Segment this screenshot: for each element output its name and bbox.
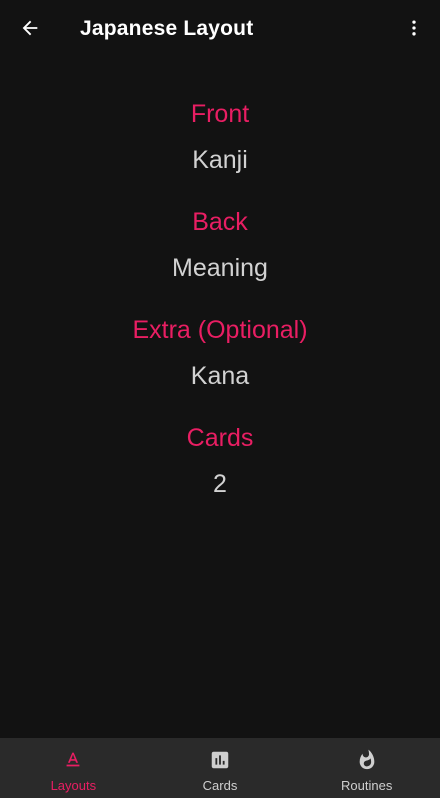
back-field: Back Meaning — [0, 204, 440, 312]
layout-details: Front Kanji Back Meaning Extra (Optional… — [0, 96, 440, 528]
nav-label-routines: Routines — [341, 778, 393, 793]
extra-field: Extra (Optional) Kana — [0, 312, 440, 420]
extra-value: Kana — [190, 362, 250, 390]
app-bar: Japanese Layout — [0, 0, 440, 60]
overflow-menu-button[interactable] — [398, 14, 430, 46]
extra-label: Extra (Optional) — [132, 316, 308, 344]
text-format-icon — [61, 748, 85, 772]
more-vert-icon — [404, 18, 424, 43]
bottom-navigation: Layouts Cards Routines — [0, 738, 440, 798]
back-value: Meaning — [172, 254, 268, 282]
back-button[interactable] — [14, 14, 46, 46]
front-label: Front — [190, 100, 250, 128]
nav-label-layouts: Layouts — [50, 778, 97, 793]
bar-chart-icon — [208, 748, 232, 772]
front-value: Kanji — [192, 146, 248, 174]
front-field: Front Kanji — [0, 96, 440, 204]
nav-item-cards[interactable]: Cards — [147, 738, 294, 798]
page-title: Japanese Layout — [80, 17, 254, 40]
nav-label-cards: Cards — [202, 778, 238, 793]
flame-icon — [355, 748, 379, 772]
back-label: Back — [192, 208, 248, 236]
cards-value: 2 — [213, 470, 227, 498]
cards-field: Cards 2 — [0, 420, 440, 528]
cards-label: Cards — [186, 424, 254, 452]
nav-item-routines[interactable]: Routines — [293, 738, 440, 798]
arrow-back-icon — [19, 17, 41, 44]
nav-item-layouts[interactable]: Layouts — [0, 738, 147, 798]
